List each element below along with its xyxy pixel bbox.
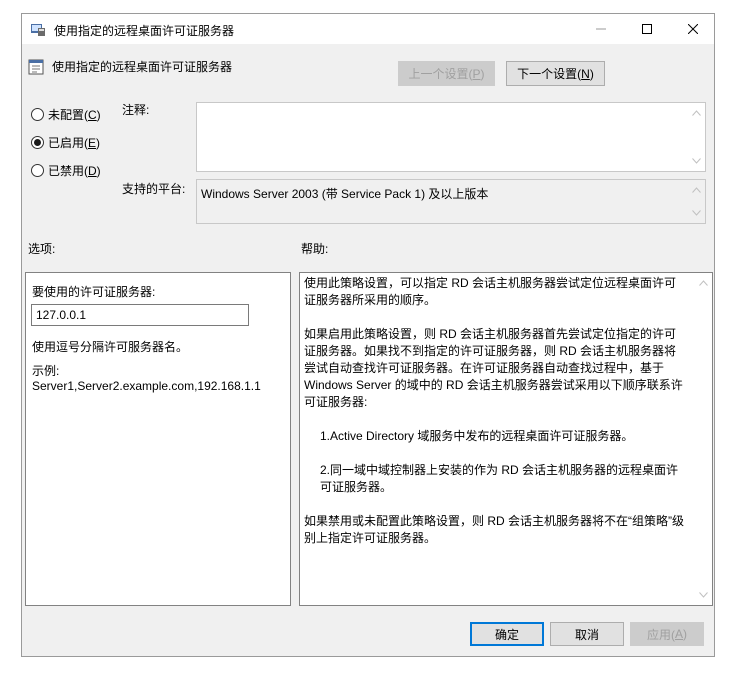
- policy-title: 使用指定的远程桌面许可证服务器: [52, 60, 233, 74]
- radio-disabled[interactable]: 已禁用(D): [31, 162, 101, 179]
- minimize-button[interactable]: [578, 14, 624, 44]
- scroll-up-icon: [692, 187, 701, 193]
- apply-key: A: [674, 627, 683, 641]
- server-label: 要使用的许可证服务器:: [32, 285, 156, 299]
- platform-label: 支持的平台:: [122, 182, 186, 196]
- close-button[interactable]: [670, 14, 716, 44]
- help-scrollbar[interactable]: [695, 273, 712, 605]
- radio-enabled[interactable]: 已启用(E): [31, 134, 100, 151]
- maximize-button[interactable]: [624, 14, 670, 44]
- radio-enabled-paren: ): [96, 135, 101, 150]
- help-paragraph: 使用此策略设置，可以指定 RD 会话主机服务器尝试定位远程桌面许可证服务器所采用…: [304, 276, 677, 307]
- help-section-label: 帮助:: [301, 242, 329, 256]
- radio-disabled-circle[interactable]: [31, 164, 44, 177]
- options-section-label: 选项:: [28, 242, 56, 256]
- radio-enabled-label: 已启用(: [48, 136, 88, 150]
- apply-label: 应用(: [646, 627, 675, 642]
- cancel-button[interactable]: 取消: [550, 622, 624, 646]
- previous-setting-button[interactable]: 上一个设置(P): [398, 61, 495, 86]
- policy-dialog: 使用指定的远程桌面许可证服务器 使用指定的远程桌面许可证服务器 上一个设置(P)…: [21, 13, 715, 657]
- title-bar[interactable]: 使用指定的远程桌面许可证服务器: [22, 14, 714, 44]
- next-setting-button[interactable]: 下一个设置(N): [506, 61, 605, 86]
- radio-not-configured-label: 未配置(: [48, 108, 88, 122]
- window-title: 使用指定的远程桌面许可证服务器: [54, 24, 235, 38]
- apply-paren: ): [683, 627, 687, 641]
- radio-not-configured-key: C: [88, 107, 97, 122]
- previous-setting-key: P: [472, 66, 481, 81]
- license-server-input[interactable]: [31, 304, 249, 326]
- example-value: Server1,Server2.example.com,192.168.1.1: [32, 379, 261, 393]
- comment-scrollbar[interactable]: [688, 103, 705, 171]
- radio-not-configured[interactable]: 未配置(C): [31, 106, 101, 123]
- policy-setting-icon: [28, 59, 44, 75]
- policy-editor-icon: [31, 24, 45, 36]
- radio-disabled-label: 已禁用(: [48, 164, 88, 178]
- next-setting-label: 下一个设置(: [517, 67, 582, 81]
- radio-disabled-key: D: [88, 163, 97, 178]
- previous-setting-paren: ): [480, 66, 485, 81]
- apply-button[interactable]: 应用(A): [630, 622, 704, 646]
- scroll-down-icon: [692, 210, 701, 216]
- close-icon: [688, 24, 698, 34]
- radio-not-configured-circle[interactable]: [31, 108, 44, 121]
- scroll-up-icon: [699, 280, 708, 286]
- scroll-down-icon: [699, 592, 708, 598]
- options-panel: 要使用的许可证服务器: 使用逗号分隔许可服务器名。 示例: Server1,Se…: [25, 272, 291, 606]
- example-label: 示例:: [32, 364, 60, 378]
- help-paragraph: 2.同一域中域控制器上安装的作为 RD 会话主机服务器的远程桌面许可证服务器。: [320, 463, 679, 494]
- comment-label: 注释:: [122, 103, 150, 117]
- radio-enabled-circle[interactable]: [31, 136, 44, 149]
- help-paragraph: 如果启用此策略设置，则 RD 会话主机服务器首先尝试定位指定的许可证服务器。如果…: [304, 327, 683, 409]
- ok-button[interactable]: 确定: [470, 622, 544, 646]
- scroll-up-icon: [692, 110, 701, 116]
- comment-textbox[interactable]: [196, 102, 706, 172]
- help-paragraph: 如果禁用或未配置此策略设置，则 RD 会话主机服务器将不在“组策略”级别上指定许…: [304, 514, 684, 545]
- platform-value: Windows Server 2003 (带 Service Pack 1) 及…: [201, 187, 489, 201]
- help-text: 使用此策略设置，可以指定 RD 会话主机服务器尝试定位远程桌面许可证服务器所采用…: [304, 275, 686, 564]
- help-panel: 使用此策略设置，可以指定 RD 会话主机服务器尝试定位远程桌面许可证服务器所采用…: [299, 272, 713, 606]
- platform-textbox: Windows Server 2003 (带 Service Pack 1) 及…: [196, 179, 706, 224]
- radio-enabled-key: E: [88, 135, 97, 150]
- help-paragraph: 1.Active Directory 域服务中发布的远程桌面许可证服务器。: [320, 429, 634, 443]
- radio-disabled-paren: ): [96, 163, 101, 178]
- next-setting-paren: ): [589, 66, 594, 81]
- previous-setting-label: 上一个设置(: [408, 67, 473, 81]
- platform-scrollbar[interactable]: [688, 180, 705, 223]
- policy-header: 使用指定的远程桌面许可证服务器 上一个设置(P) 下一个设置(N): [22, 52, 714, 86]
- minimize-icon: [596, 28, 606, 30]
- radio-not-configured-paren: ): [96, 107, 101, 122]
- separator-hint: 使用逗号分隔许可服务器名。: [32, 340, 189, 354]
- next-setting-key: N: [581, 66, 590, 81]
- scroll-down-icon: [692, 158, 701, 164]
- maximize-icon: [642, 24, 652, 34]
